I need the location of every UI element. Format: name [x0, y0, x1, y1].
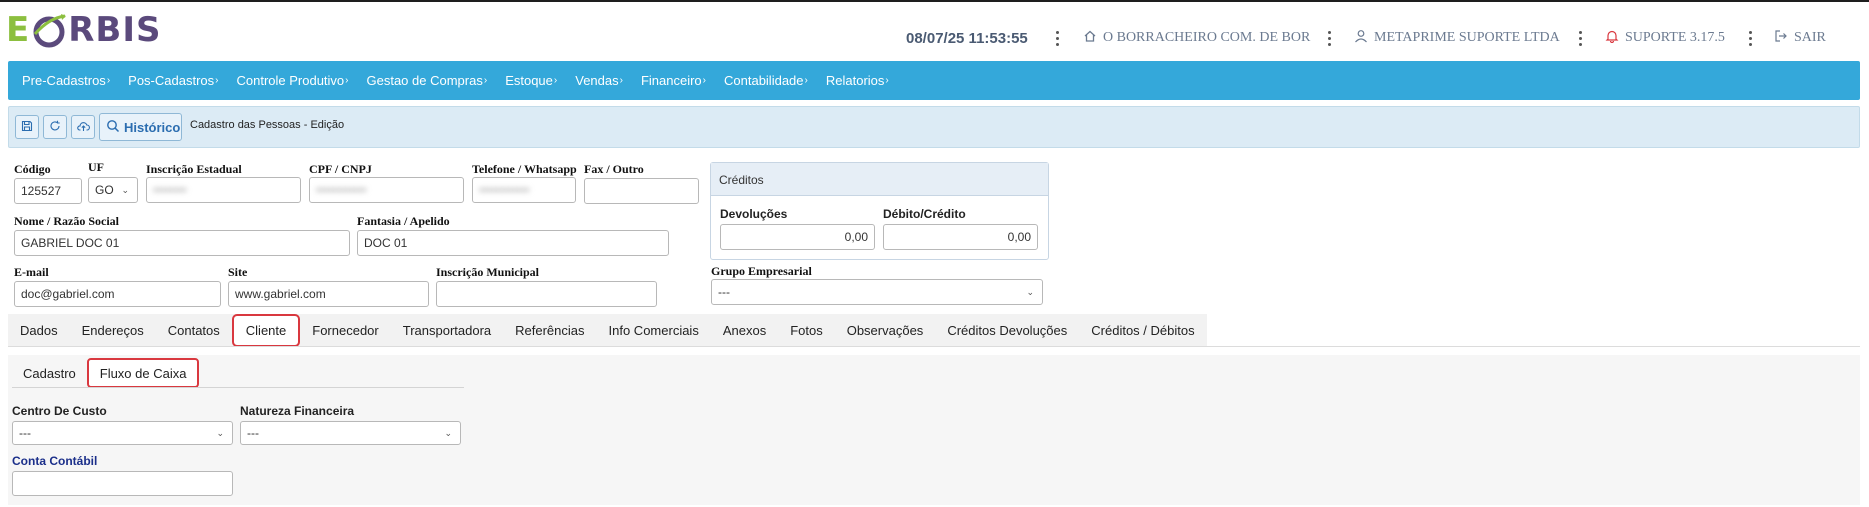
- history-button[interactable]: Histórico: [99, 113, 182, 141]
- support-notifications[interactable]: SUPORTE 3.17.5: [1605, 28, 1725, 48]
- email-label: E-mail: [14, 265, 49, 279]
- uf-select[interactable]: GO ⌄: [88, 177, 138, 203]
- person-tabs: Dados Endereços Contatos Cliente Fornece…: [8, 314, 1207, 347]
- debito-credito-field[interactable]: 0,00: [883, 224, 1038, 250]
- debito-credito-label: Débito/Crédito: [883, 207, 966, 221]
- logout-button[interactable]: SAIR: [1774, 28, 1826, 48]
- codigo-label: Código: [14, 162, 51, 176]
- chevron-down-icon: ⌄: [216, 428, 224, 438]
- site-field[interactable]: www.gabriel.com: [228, 281, 429, 307]
- centro-custo-select[interactable]: --- ⌄: [12, 421, 233, 445]
- inscricao-estadual-label: Inscrição Estadual: [146, 162, 242, 176]
- telefone-field[interactable]: ••••••••••••: [472, 177, 576, 203]
- nav-estoque[interactable]: Estoque ›: [505, 73, 557, 88]
- site-label: Site: [228, 265, 248, 279]
- tab-cliente[interactable]: Cliente: [231, 314, 301, 347]
- devolucoes-label: Devoluções: [720, 207, 788, 221]
- nav-pos-cadastros[interactable]: Pos-Cadastros ›: [128, 73, 218, 88]
- creditos-panel: Créditos Devoluções 0,00 Débito/Crédito …: [710, 162, 1049, 260]
- user-icon: [1354, 29, 1368, 48]
- nav-vendas[interactable]: Vendas ›: [575, 73, 623, 88]
- tab-fornecedor[interactable]: Fornecedor: [300, 314, 390, 347]
- natureza-financeira-select[interactable]: --- ⌄: [240, 421, 461, 445]
- refresh-icon: [49, 120, 61, 135]
- nav-financeiro[interactable]: Financeiro ›: [641, 73, 706, 88]
- main-navbar: Pre-Cadastros › Pos-Cadastros › Controle P…: [8, 61, 1860, 100]
- inscricao-estadual-field[interactable]: ••••••••: [146, 177, 301, 203]
- conta-contabil-field[interactable]: [12, 471, 233, 496]
- fax-field[interactable]: [584, 178, 699, 204]
- tab-observacoes[interactable]: Observações: [835, 314, 936, 347]
- cliente-subtabs: Cadastro Fluxo de Caixa: [12, 358, 200, 388]
- user-account[interactable]: METAPRIME SUPORTE LTDA: [1354, 28, 1560, 48]
- logout-icon: [1774, 29, 1788, 48]
- record-toolbar: Histórico Cadastro das Pessoas - Edição: [8, 106, 1860, 148]
- grupo-empresarial-label: Grupo Empresarial: [711, 264, 812, 278]
- tab-info-comerciais[interactable]: Info Comerciais: [597, 314, 711, 347]
- tab-transportadora[interactable]: Transportadora: [391, 314, 503, 347]
- chevron-down-icon: ⌄: [444, 428, 452, 438]
- save-icon: [21, 120, 33, 135]
- nome-label: Nome / Razão Social: [14, 214, 119, 228]
- page-title: Cadastro das Pessoas - Edição: [190, 119, 345, 131]
- nav-relatorios[interactable]: Relatorios ›: [826, 73, 889, 88]
- codigo-field[interactable]: 125527: [14, 178, 82, 204]
- home-icon: [1083, 29, 1097, 48]
- tab-fotos[interactable]: Fotos: [778, 314, 835, 347]
- chevron-down-icon: ⌄: [1026, 287, 1034, 297]
- subtabs-divider: [12, 387, 464, 388]
- nav-controle-produtivo[interactable]: Controle Produtivo ›: [236, 73, 348, 88]
- cloud-upload-icon: [76, 120, 90, 135]
- search-icon: [106, 119, 120, 136]
- orbis-logo[interactable]: E RBIS: [6, 10, 161, 50]
- tabs-divider: [8, 346, 1860, 347]
- fantasia-field[interactable]: DOC 01: [357, 230, 669, 256]
- top-border: [0, 0, 1869, 2]
- tab-anexos[interactable]: Anexos: [711, 314, 778, 347]
- company-menu-icon[interactable]: [1325, 28, 1333, 48]
- cpf-cnpj-label: CPF / CNPJ: [309, 162, 372, 176]
- email-field[interactable]: doc@gabriel.com: [14, 281, 221, 307]
- cpf-cnpj-field[interactable]: ••••••••••••: [309, 177, 464, 203]
- telefone-label: Telefone / Whatsapp: [472, 162, 577, 176]
- tab-referencias[interactable]: Referências: [503, 314, 596, 347]
- inscricao-municipal-field[interactable]: [436, 281, 657, 307]
- uf-label: UF: [88, 160, 104, 174]
- grupo-empresarial-select[interactable]: --- ⌄: [711, 279, 1043, 305]
- fax-label: Fax / Outro: [584, 162, 644, 176]
- devolucoes-field[interactable]: 0,00: [720, 224, 875, 250]
- fantasia-label: Fantasia / Apelido: [357, 214, 450, 228]
- nome-field[interactable]: GABRIEL DOC 01: [14, 230, 350, 256]
- creditos-title: Créditos: [711, 163, 1048, 196]
- subtab-fluxo-caixa[interactable]: Fluxo de Caixa: [86, 358, 200, 388]
- tab-contatos[interactable]: Contatos: [156, 314, 232, 347]
- user-menu-icon[interactable]: [1576, 28, 1584, 48]
- nav-pre-cadastros[interactable]: Pre-Cadastros ›: [22, 73, 110, 88]
- tab-dados[interactable]: Dados: [8, 314, 70, 347]
- chevron-down-icon: ⌄: [121, 185, 129, 195]
- cloud-upload-button[interactable]: [71, 115, 95, 139]
- company-selector[interactable]: O BORRACHEIRO COM. DE BOR: [1083, 28, 1310, 48]
- nav-gestao-compras[interactable]: Gestao de Compras ›: [367, 73, 488, 88]
- conta-contabil-label: Conta Contábil: [12, 454, 98, 468]
- inscricao-municipal-label: Inscrição Municipal: [436, 265, 540, 279]
- session-datetime: 08/07/25 11:53:55: [906, 29, 1028, 47]
- datetime-menu-icon[interactable]: [1053, 28, 1061, 48]
- orbis-globe-icon: [31, 12, 67, 48]
- natureza-financeira-label: Natureza Financeira: [240, 404, 355, 418]
- support-menu-icon[interactable]: [1746, 28, 1754, 48]
- centro-custo-label: Centro De Custo: [12, 404, 107, 418]
- tab-enderecos[interactable]: Endereços: [70, 314, 156, 347]
- nav-contabilidade[interactable]: Contabilidade ›: [724, 73, 808, 88]
- save-button[interactable]: [15, 115, 39, 139]
- tab-creditos-devolucoes[interactable]: Créditos Devoluções: [935, 314, 1079, 347]
- subtab-cadastro[interactable]: Cadastro: [12, 358, 87, 388]
- tab-creditos-debitos[interactable]: Créditos / Débitos: [1079, 314, 1206, 347]
- refresh-button[interactable]: [43, 115, 67, 139]
- bell-icon: [1605, 29, 1619, 48]
